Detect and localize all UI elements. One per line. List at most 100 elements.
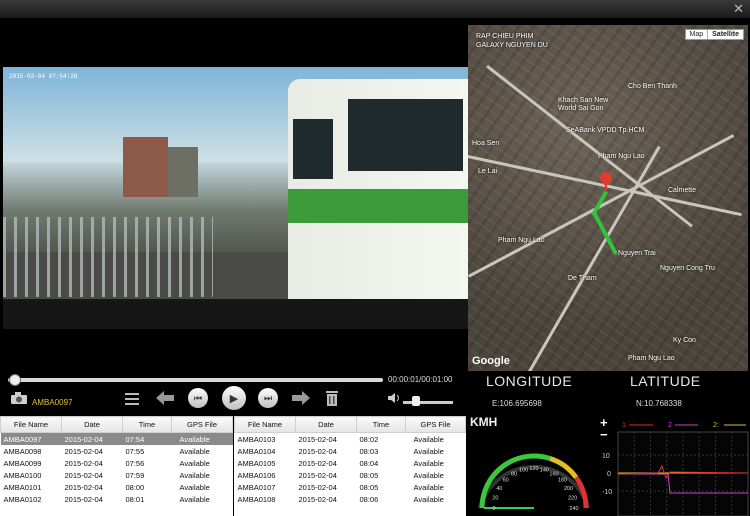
file-list-right: File Name Date Time GPS File AMBA0103 201… bbox=[234, 416, 466, 516]
column-header-time[interactable]: Time bbox=[356, 416, 406, 433]
seek-bar[interactable] bbox=[8, 374, 383, 386]
previous-button[interactable] bbox=[154, 387, 176, 409]
cell-time: 08:00 bbox=[125, 482, 145, 492]
table-row[interactable]: AMBA0105 2015-02-04 08:04 Available bbox=[235, 457, 466, 469]
gauge-tick-label: 0 bbox=[492, 506, 495, 512]
cell-filename: AMBA0099 bbox=[3, 458, 42, 468]
map-label: Khach San New bbox=[558, 97, 609, 104]
table-row[interactable]: AMBA0101 2015-02-04 08:00 Available bbox=[1, 481, 233, 493]
cell-time: 07:56 bbox=[125, 458, 145, 468]
menu-button[interactable] bbox=[122, 387, 142, 409]
gauge-tick-label: 120 bbox=[529, 466, 538, 472]
google-logo: Google bbox=[472, 355, 510, 367]
cell-time: 08:05 bbox=[359, 470, 379, 480]
cell-date: 2015-02-04 bbox=[298, 482, 337, 492]
table-row[interactable]: AMBA0100 2015-02-04 07:59 Available bbox=[1, 469, 233, 481]
table-row[interactable]: AMBA0103 2015-02-04 08:02 Available bbox=[235, 433, 466, 446]
cell-time: 08:02 bbox=[359, 434, 379, 444]
playback-time: 00:00:01/00:01:00 bbox=[388, 375, 453, 384]
gps-map[interactable]: RAP CHIEU PHIM GALAXY NGUYEN DU Cho Ben … bbox=[468, 25, 748, 371]
next-button[interactable] bbox=[290, 387, 312, 409]
map-label: Nguyen Trai bbox=[618, 250, 656, 257]
cell-filename: AMBA0105 bbox=[237, 458, 276, 468]
gauge-tick-label: 180 bbox=[558, 478, 567, 484]
volume-handle[interactable] bbox=[412, 396, 420, 406]
cell-filename: AMBA0107 bbox=[237, 482, 276, 492]
volume-button[interactable] bbox=[386, 387, 402, 409]
satellite-view-button[interactable]: Satellite bbox=[707, 30, 743, 39]
cell-date: 2015-02-04 bbox=[298, 470, 337, 480]
video-building bbox=[168, 147, 198, 197]
table-header-row: File Name Date Time GPS File bbox=[234, 416, 466, 433]
table-row[interactable]: AMBA0107 2015-02-04 08:05 Available bbox=[235, 481, 466, 493]
delete-button[interactable] bbox=[322, 387, 342, 409]
cell-filename: AMBA0098 bbox=[3, 446, 42, 456]
video-bus bbox=[288, 79, 468, 304]
column-header-filename[interactable]: File Name bbox=[234, 416, 296, 433]
latitude-title: LATITUDE bbox=[630, 373, 701, 389]
gsensor-graph: 1 2 2: 10 0 -10 bbox=[602, 422, 749, 516]
rewind-icon: ⏮ bbox=[188, 388, 208, 408]
gauge-tick-label: 100 bbox=[519, 467, 528, 473]
map-label: GALAXY NGUYEN DU bbox=[476, 42, 548, 49]
map-label: Le Lai bbox=[478, 168, 498, 175]
satellite-imagery bbox=[468, 25, 748, 371]
table-row[interactable]: AMBA0108 2015-02-04 08:06 Available bbox=[235, 493, 466, 505]
cell-gps: Available bbox=[179, 482, 210, 492]
camera-button[interactable] bbox=[8, 387, 30, 409]
cell-gps: Available bbox=[171, 432, 233, 445]
table-row[interactable]: AMBA0102 2015-02-04 08:01 Available bbox=[1, 493, 233, 505]
close-icon[interactable]: ✕ bbox=[733, 1, 744, 17]
bus-window bbox=[293, 119, 333, 179]
map-type-switch: Map Satellite bbox=[684, 29, 744, 40]
column-header-gps[interactable]: GPS File bbox=[171, 416, 233, 433]
file-list-left: File Name Date Time GPS File AMBA0097 201… bbox=[0, 416, 233, 516]
cell-time: 07:59 bbox=[125, 470, 145, 480]
map-label: Pham Ngu Lao bbox=[498, 237, 545, 244]
cell-gps: Available bbox=[413, 434, 444, 444]
table-row[interactable]: AMBA0104 2015-02-04 08:03 Available bbox=[235, 445, 466, 457]
column-header-filename[interactable]: File Name bbox=[0, 416, 62, 433]
play-button[interactable]: ▶ bbox=[220, 386, 248, 410]
volume-slider[interactable] bbox=[403, 401, 453, 404]
seek-handle[interactable] bbox=[8, 374, 21, 386]
video-dashboard bbox=[3, 299, 468, 329]
gauge-tick-label: 200 bbox=[564, 486, 573, 492]
cell-gps: Available bbox=[179, 494, 210, 504]
trash-icon bbox=[326, 391, 338, 406]
cell-gps: Available bbox=[413, 470, 444, 480]
column-header-time[interactable]: Time bbox=[122, 416, 172, 433]
map-view-button[interactable]: Map bbox=[686, 30, 708, 39]
map-label: SeABank VPDD Tp.HCM bbox=[566, 127, 645, 134]
gauge-tick-label: 160 bbox=[549, 471, 558, 477]
cell-filename: AMBA0100 bbox=[3, 470, 42, 480]
cell-filename: AMBA0106 bbox=[237, 470, 276, 480]
file-table: File Name Date Time GPS File AMBA0103 201… bbox=[234, 416, 466, 505]
rewind-button[interactable]: ⏮ bbox=[186, 387, 210, 409]
latitude-value: N:10.768338 bbox=[636, 399, 682, 408]
map-label: RAP CHIEU PHIM bbox=[476, 33, 534, 40]
table-row[interactable]: AMBA0098 2015-02-04 07:55 Available bbox=[1, 445, 233, 457]
cell-gps: Available bbox=[413, 458, 444, 468]
map-label: De Tham bbox=[568, 275, 597, 282]
gauge-tick-label: 240 bbox=[569, 506, 578, 512]
gauge-tick-label: 60 bbox=[503, 478, 509, 484]
map-label: Hoa Sen bbox=[472, 140, 500, 147]
longitude-value: E:106.695698 bbox=[492, 399, 542, 408]
table-row[interactable]: AMBA0099 2015-02-04 07:56 Available bbox=[1, 457, 233, 469]
fast-forward-button[interactable]: ⏭ bbox=[256, 387, 280, 409]
cell-filename: AMBA0101 bbox=[3, 482, 42, 492]
cell-date: 2015-02-04 bbox=[64, 482, 103, 492]
cell-gps: Available bbox=[413, 494, 444, 504]
cell-date: 2015-02-04 bbox=[64, 446, 103, 456]
video-player[interactable]: 2015-02-04 07:54:28 bbox=[3, 67, 468, 329]
table-row[interactable]: AMBA0097 2015-02-04 07:54 Available bbox=[0, 432, 233, 445]
speaker-icon bbox=[388, 393, 399, 403]
legend-3: 2: bbox=[713, 422, 719, 429]
cell-time: 08:06 bbox=[359, 494, 379, 504]
column-header-gps[interactable]: GPS File bbox=[405, 416, 466, 433]
table-row[interactable]: AMBA0106 2015-02-04 08:05 Available bbox=[235, 469, 466, 481]
column-header-date[interactable]: Date bbox=[295, 416, 357, 433]
column-header-date[interactable]: Date bbox=[61, 416, 123, 433]
map-label: Pham Ngu Lao bbox=[598, 153, 645, 160]
